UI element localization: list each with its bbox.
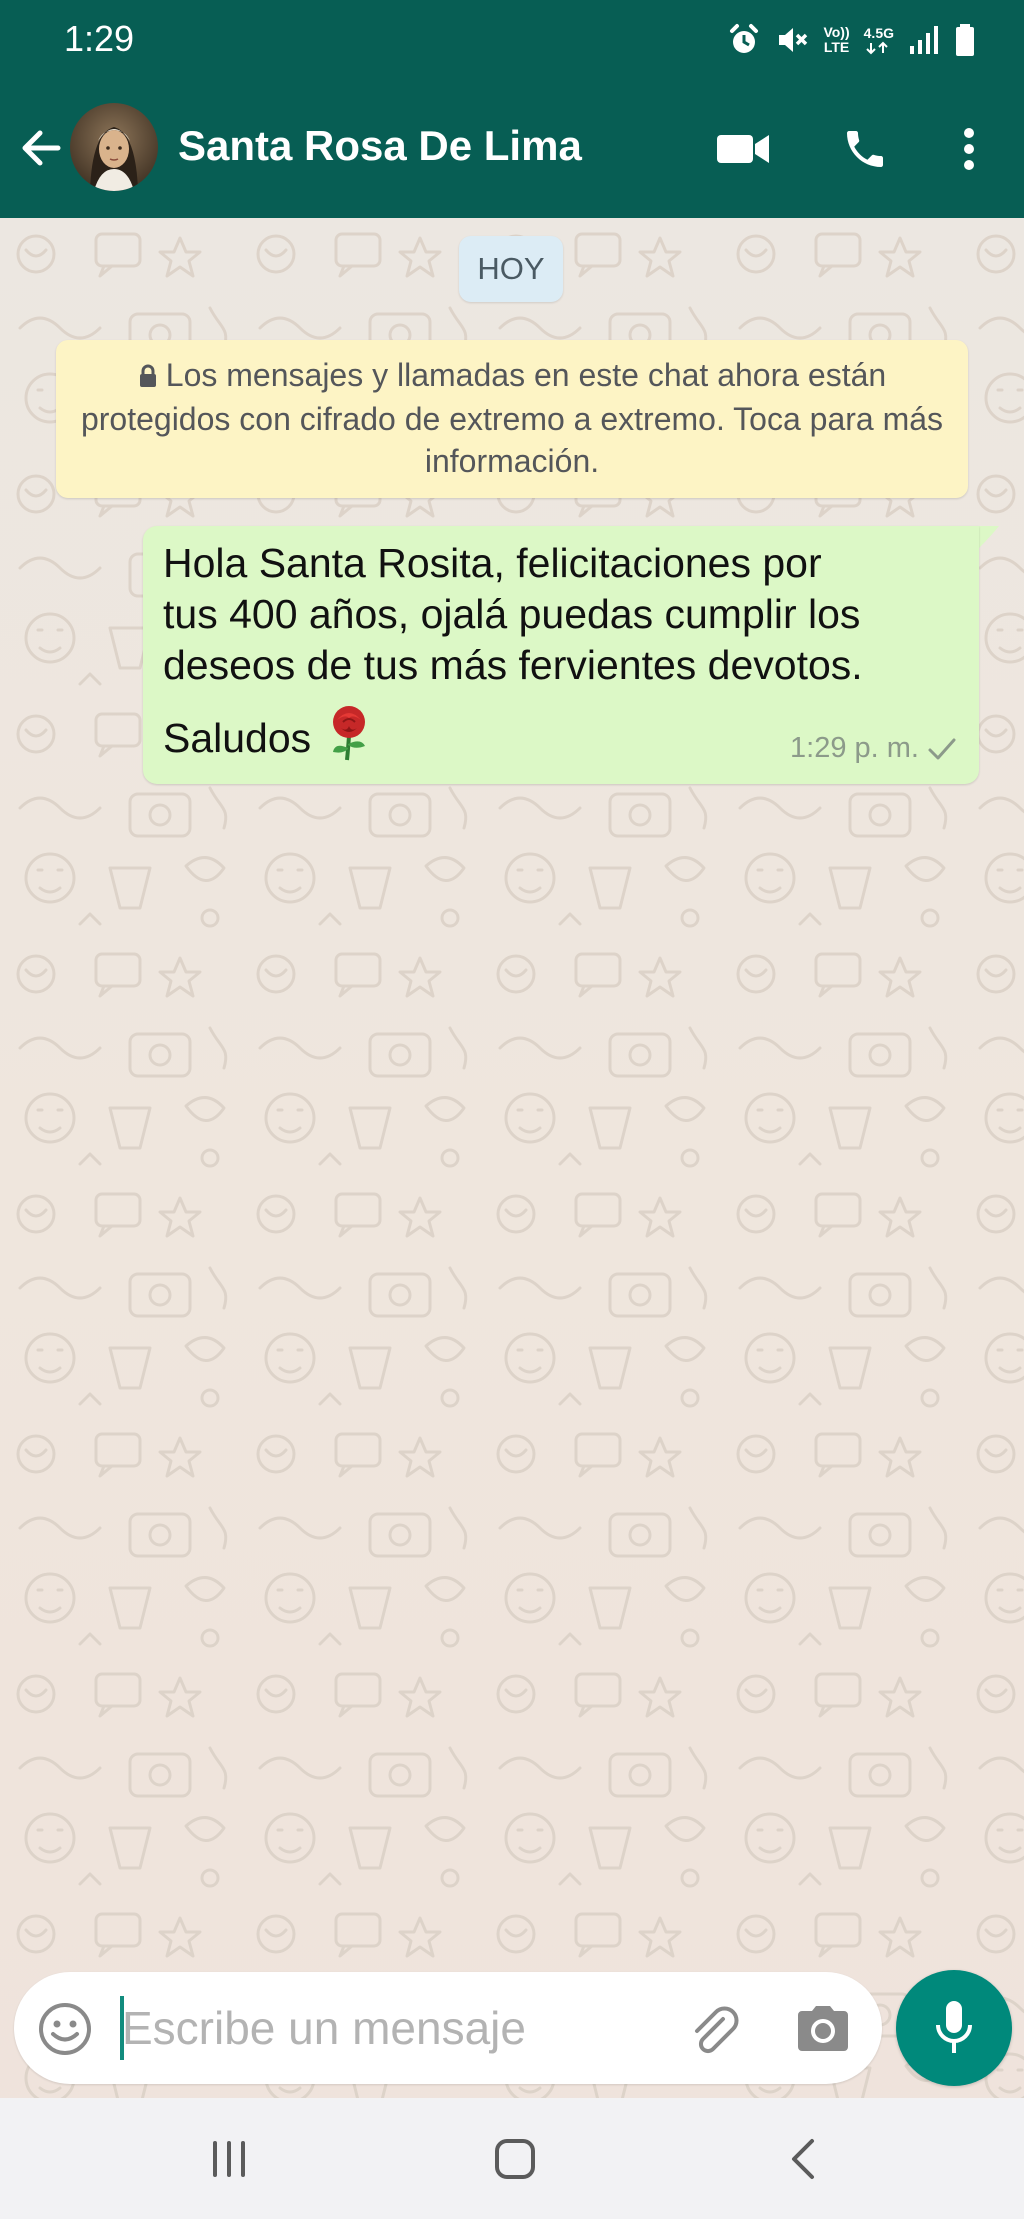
volte-icon: Vo)) LTE xyxy=(823,25,849,55)
video-call-button[interactable] xyxy=(708,114,778,184)
attach-button[interactable] xyxy=(684,1998,744,2058)
bubble-tail xyxy=(979,526,999,548)
status-icons: Vo)) LTE 4.5G xyxy=(727,20,976,60)
message-bubble[interactable]: Hola Santa Rosita, felicitaciones por tu… xyxy=(143,526,979,784)
contact-avatar[interactable] xyxy=(70,103,158,191)
date-chip: HOY xyxy=(459,236,563,302)
lte-label: LTE xyxy=(823,39,850,55)
message-input-bar xyxy=(14,1972,882,2084)
system-nav-bar xyxy=(0,2098,1024,2219)
message-closing: Saludos xyxy=(163,714,312,761)
nav-back-icon xyxy=(792,2139,814,2179)
message-time: 1:29 p. m. xyxy=(790,732,919,764)
chat-area[interactable]: HOY Los mensajes y llamadas en este chat… xyxy=(0,218,1024,2098)
more-vert-icon xyxy=(964,128,974,170)
signal-icon xyxy=(908,24,940,56)
back-button[interactable] xyxy=(16,120,66,176)
message-text: Hola Santa Rosita, felicitaciones por tu… xyxy=(163,540,863,688)
encryption-notice-text: Los mensajes y llamadas en este chat aho… xyxy=(80,357,944,479)
microphone-icon xyxy=(936,2001,972,2053)
status-time: 1:29 xyxy=(64,18,135,59)
camera-button[interactable] xyxy=(794,2000,852,2058)
status-bar: 1:29 Vo)) LTE 4.5G xyxy=(0,0,1024,78)
paperclip-icon xyxy=(695,2006,739,2054)
message-input[interactable] xyxy=(122,1992,662,2064)
mute-icon xyxy=(775,23,809,57)
chat-header: Santa Rosa De Lima xyxy=(0,78,1024,218)
video-call-icon xyxy=(717,135,769,163)
camera-icon xyxy=(798,2006,848,2051)
nav-back-button[interactable] xyxy=(768,2126,838,2192)
chat-wallpaper xyxy=(0,218,1024,2098)
encryption-notice[interactable]: Los mensajes y llamadas en este chat aho… xyxy=(56,340,968,498)
rose-emoji-icon xyxy=(323,702,375,774)
alarm-icon xyxy=(727,23,761,57)
battery-icon xyxy=(954,23,976,57)
contact-name[interactable]: Santa Rosa De Lima xyxy=(178,122,582,170)
voice-call-button[interactable] xyxy=(830,114,900,184)
sent-check-icon xyxy=(928,738,956,760)
smiley-icon xyxy=(39,2003,91,2055)
home-button[interactable] xyxy=(480,2126,550,2192)
recent-apps-icon xyxy=(213,2141,245,2177)
message-text-line2: Saludos xyxy=(163,702,375,774)
network-label: 4.5G xyxy=(863,24,894,41)
emoji-button[interactable] xyxy=(36,2000,94,2058)
home-icon xyxy=(495,2139,535,2179)
lock-icon xyxy=(138,356,158,398)
more-options-button[interactable] xyxy=(934,114,1004,184)
back-arrow-icon xyxy=(22,130,61,166)
voice-message-button[interactable] xyxy=(896,1970,1012,2086)
volte-label: Vo)) xyxy=(823,24,850,40)
network-icon: 4.5G xyxy=(863,24,894,55)
phone-icon xyxy=(847,131,883,167)
recent-apps-button[interactable] xyxy=(194,2126,264,2192)
